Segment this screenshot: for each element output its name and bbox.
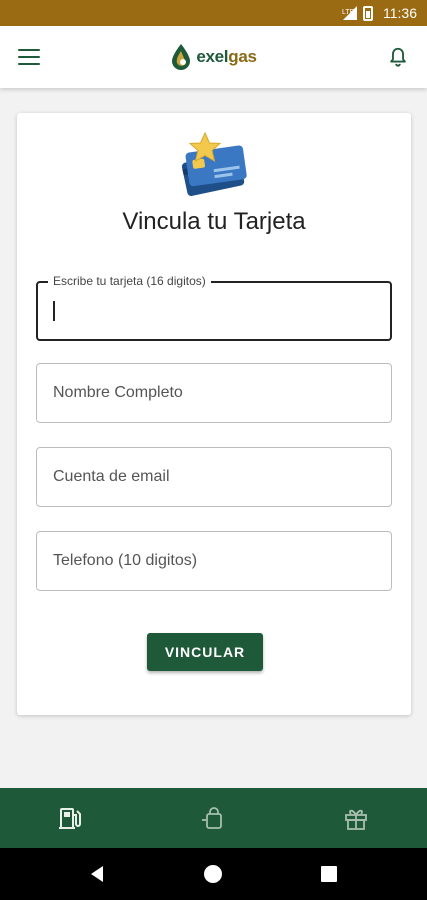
card-number-label: Escribe tu tarjeta (16 digitos) <box>48 274 211 288</box>
text-cursor <box>53 301 55 321</box>
battery-icon <box>363 5 373 21</box>
status-time: 11:36 <box>383 5 417 21</box>
shopping-bag-icon <box>202 807 223 829</box>
nav-item-shop[interactable] <box>197 802 229 834</box>
link-card-form: Vincula tu Tarjeta Escribe tu tarjeta (1… <box>17 113 411 715</box>
system-navigation-bar <box>0 848 427 900</box>
back-button[interactable] <box>86 862 110 886</box>
back-triangle-icon <box>90 866 103 882</box>
gift-icon <box>344 809 367 830</box>
brand-logo: exelgas <box>170 43 257 71</box>
credit-card-star-icon <box>181 131 247 197</box>
menu-icon[interactable] <box>18 49 40 65</box>
app-bar: exelgas <box>0 26 427 88</box>
bottom-navigation <box>0 788 427 848</box>
home-circle-icon <box>204 865 223 883</box>
card-number-field[interactable]: Escribe tu tarjeta (16 digitos) <box>36 274 392 341</box>
phone-field[interactable]: Telefono (10 digitos) <box>36 531 392 591</box>
logo-drop-icon <box>172 44 191 70</box>
signal-icon: LTE <box>342 6 357 20</box>
svg-text:LTE: LTE <box>342 9 355 16</box>
email-field[interactable]: Cuenta de email <box>36 447 392 507</box>
recents-square-icon <box>321 866 338 882</box>
phone-placeholder: Telefono (10 digitos) <box>53 552 198 569</box>
gas-pump-icon <box>59 808 82 829</box>
notification-bell-icon[interactable] <box>387 46 409 68</box>
home-button[interactable] <box>201 862 225 886</box>
nav-item-rewards[interactable] <box>340 802 372 834</box>
link-card-button[interactable]: VINCULAR <box>147 633 263 671</box>
full-name-placeholder: Nombre Completo <box>53 384 183 401</box>
status-bar: LTE 11:36 <box>0 0 427 26</box>
logo-text: exelgas <box>196 47 257 66</box>
email-placeholder: Cuenta de email <box>53 468 170 485</box>
form-title: Vincula tu Tarjeta <box>122 208 306 235</box>
full-name-field[interactable]: Nombre Completo <box>36 363 392 423</box>
nav-item-fuel[interactable] <box>55 802 87 834</box>
recents-button[interactable] <box>317 862 341 886</box>
